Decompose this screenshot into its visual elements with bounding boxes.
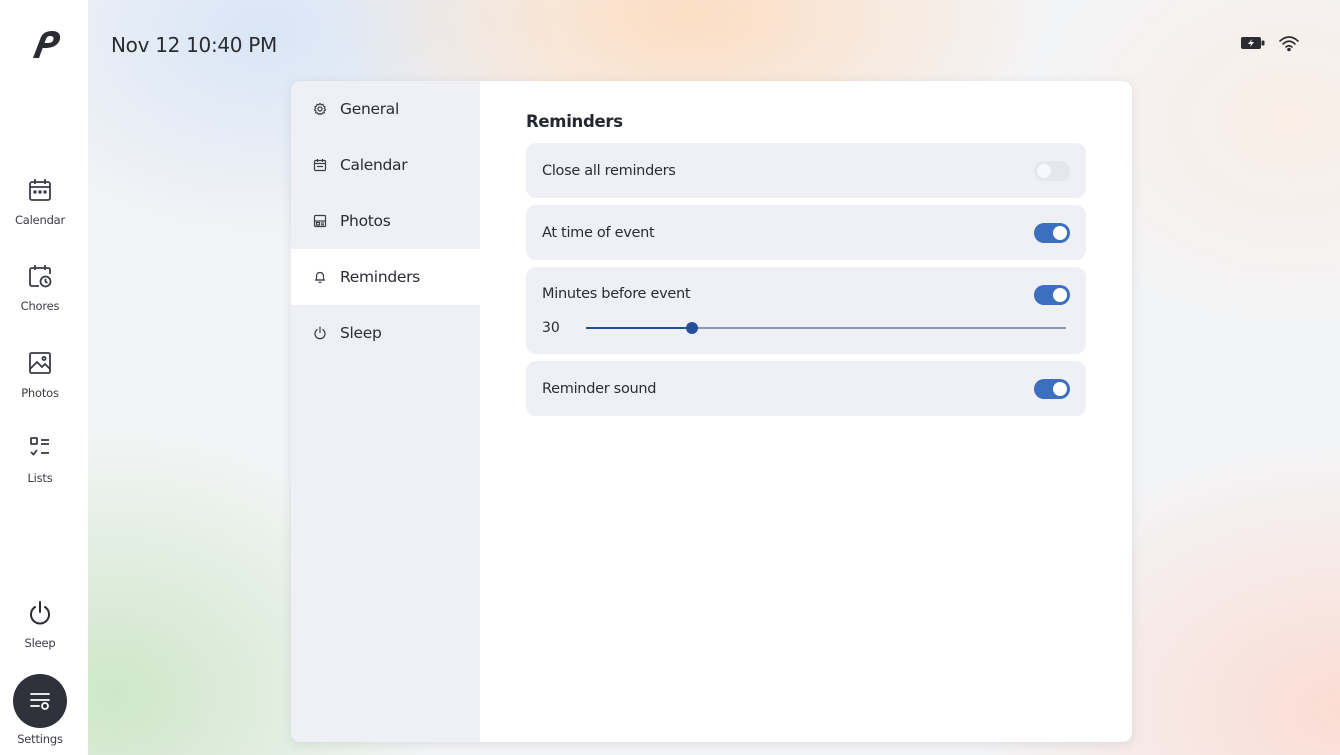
datetime-display: Nov 12 10:40 PM bbox=[111, 33, 278, 57]
toggle-knob bbox=[1053, 382, 1067, 396]
settings-nav-general[interactable]: General bbox=[291, 81, 480, 137]
sidebar-item-label: Calendar bbox=[14, 213, 66, 227]
settings-icon bbox=[30, 693, 50, 710]
settings-nav-photos[interactable]: Photos bbox=[291, 193, 480, 249]
option-at-time-of-event: At time of event bbox=[526, 205, 1086, 260]
slider-thumb[interactable] bbox=[685, 322, 698, 334]
brand-logo bbox=[33, 31, 61, 58]
settings-nav-label: Photos bbox=[340, 212, 391, 230]
option-label: Reminder sound bbox=[542, 381, 657, 397]
toggle-knob bbox=[1037, 164, 1051, 178]
minutes-value: 30 bbox=[542, 320, 560, 336]
battery-icon bbox=[1241, 37, 1265, 49]
photos-icon bbox=[29, 352, 51, 374]
at-time-of-event-toggle[interactable] bbox=[1034, 223, 1070, 243]
calendar-icon bbox=[29, 179, 51, 201]
settings-panel: General Calendar Photos Reminders Sleep … bbox=[291, 81, 1132, 742]
settings-nav-reminders[interactable]: Reminders bbox=[291, 249, 480, 305]
sidebar-item-photos[interactable]: Photos bbox=[0, 350, 80, 400]
sidebar-item-label: Photos bbox=[21, 386, 59, 400]
settings-button[interactable] bbox=[13, 674, 67, 728]
chores-icon bbox=[29, 265, 52, 288]
power-icon bbox=[30, 601, 50, 625]
settings-nav-label: Calendar bbox=[340, 156, 408, 174]
option-label: Minutes before event bbox=[542, 286, 691, 302]
sidebar-item-label: Lists bbox=[27, 471, 53, 485]
minutes-slider[interactable] bbox=[586, 322, 1066, 334]
status-icons bbox=[1240, 34, 1300, 52]
sidebar-item-label: Settings bbox=[17, 732, 63, 746]
settings-content: Reminders Close all reminders At time of… bbox=[480, 81, 1132, 742]
toggle-knob bbox=[1053, 288, 1067, 302]
option-close-all-reminders: Close all reminders bbox=[526, 143, 1086, 198]
sidebar-item-sleep[interactable]: Sleep bbox=[0, 600, 80, 650]
option-label: At time of event bbox=[542, 225, 655, 241]
settings-nav-sleep[interactable]: Sleep bbox=[291, 305, 480, 361]
toggle-knob bbox=[1053, 226, 1067, 240]
option-label: Close all reminders bbox=[542, 163, 676, 179]
gear-icon bbox=[313, 102, 327, 116]
wifi-icon bbox=[1279, 36, 1299, 52]
sidebar-item-label: Sleep bbox=[24, 636, 56, 650]
minutes-before-event-toggle[interactable] bbox=[1034, 285, 1070, 305]
sidebar-item-chores[interactable]: Chores bbox=[0, 263, 80, 313]
sidebar-item-calendar[interactable]: Calendar bbox=[0, 177, 80, 227]
settings-nav-label: Sleep bbox=[340, 324, 382, 342]
settings-nav-calendar[interactable]: Calendar bbox=[291, 137, 480, 193]
bell-icon bbox=[315, 271, 325, 284]
option-reminder-sound: Reminder sound bbox=[526, 361, 1086, 416]
section-title: Reminders bbox=[526, 112, 623, 131]
settings-nav-label: General bbox=[340, 100, 399, 118]
photos-icon bbox=[313, 214, 327, 228]
settings-nav: General Calendar Photos Reminders Sleep bbox=[291, 81, 480, 742]
calendar-icon bbox=[313, 159, 327, 172]
sidebar-item-settings[interactable]: Settings bbox=[0, 674, 80, 746]
slider-fill bbox=[586, 327, 692, 329]
option-minutes-before-event: Minutes before event 30 bbox=[526, 267, 1086, 354]
lists-icon bbox=[30, 437, 49, 456]
sidebar-item-lists[interactable]: Lists bbox=[0, 435, 80, 485]
sidebar-item-label: Chores bbox=[20, 299, 60, 313]
settings-nav-label: Reminders bbox=[340, 268, 420, 286]
app-sidebar: Calendar Chores Photos Lists Sleep Setti… bbox=[0, 0, 88, 755]
reminder-sound-toggle[interactable] bbox=[1034, 379, 1070, 399]
close-all-reminders-toggle[interactable] bbox=[1034, 161, 1070, 181]
power-icon bbox=[314, 326, 326, 340]
